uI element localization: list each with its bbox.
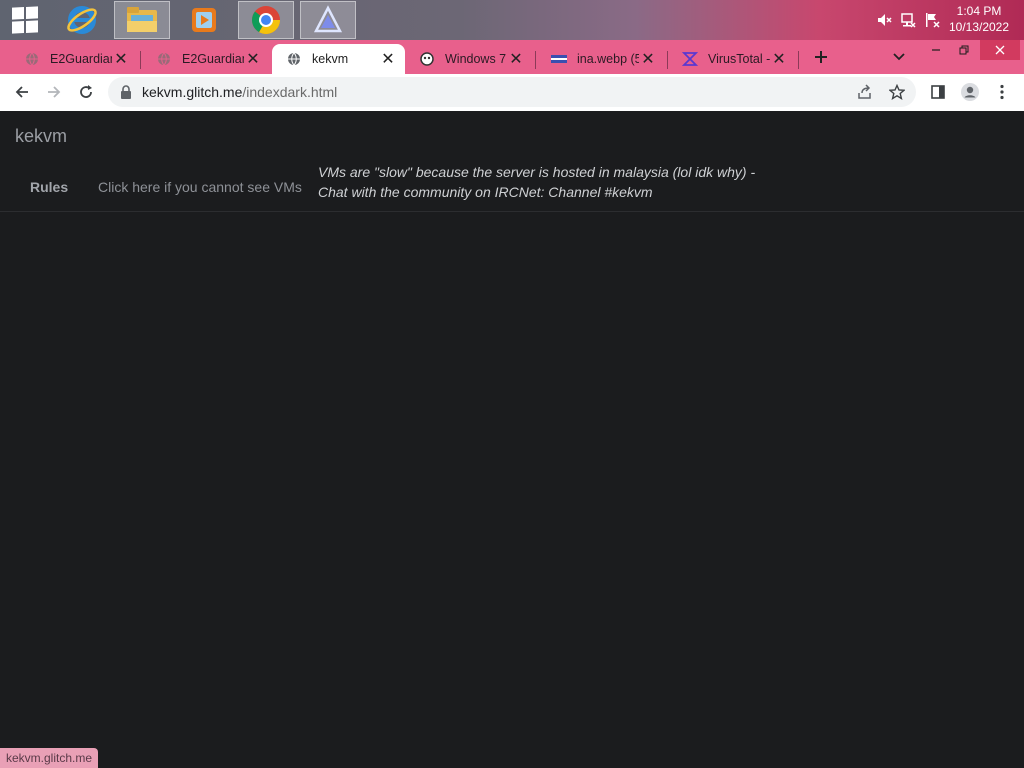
chevron-down-icon [893,53,905,61]
system-tray [872,0,944,40]
tab-windows7[interactable]: Windows 7 E ✕ [405,44,533,74]
notice-line-2: Chat with the community on IRCNet: Chann… [318,184,653,200]
cannot-see-vms-link[interactable]: Click here if you cannot see VMs [98,179,302,195]
side-panel-icon [931,85,945,99]
plus-icon [815,51,827,63]
app-icon [419,51,435,67]
kebab-menu-icon [1000,84,1004,100]
minimize-button[interactable] [922,40,950,60]
site-navbar: Rules Click here if you cannot see VMs V… [0,161,1024,212]
globe-icon [24,51,40,67]
url-text: kekvm.glitch.me/indexdark.html [142,84,337,100]
network-icon[interactable] [900,12,916,28]
notice-line-1: VMs are "slow" because the server is hos… [318,164,756,180]
minimize-icon [932,49,940,51]
globe-icon [286,51,302,67]
arrow-left-icon [15,86,28,98]
reload-button[interactable] [72,78,100,106]
tab-title: E2Guardian [50,52,112,66]
profile-button[interactable] [956,78,984,106]
tab-search-button[interactable] [888,44,910,70]
image-icon [551,51,567,67]
close-icon [995,45,1005,55]
notice-text: VMs are "slow" because the server is hos… [318,162,778,202]
close-tab-icon[interactable]: ✕ [244,50,262,68]
url-host: kekvm.glitch.me [142,84,243,100]
launcher-icon [313,5,343,33]
clock-time: 1:04 PM [956,4,1002,18]
bookmark-star-icon[interactable] [888,83,906,101]
web-page: kekvm Rules Click here if you cannot see… [0,111,1024,768]
tab-separator [535,51,536,69]
avatar-icon [961,83,979,101]
internet-explorer-icon [67,6,97,34]
action-center-flag-icon[interactable] [924,12,940,28]
restore-icon [959,45,969,55]
windows-taskbar: 1:04 PM 10/13/2022 [0,0,1024,40]
windows-logo-icon [12,6,38,34]
side-panel-button[interactable] [924,78,952,106]
url-path: /indexdark.html [242,84,338,100]
restore-button[interactable] [950,40,978,60]
site-brand[interactable]: kekvm [15,126,67,147]
browser-tab-strip: E2Guardian ✕ E2Guardian ✕ kekvm ✕ Window… [0,40,1024,74]
folder-icon [127,7,157,32]
new-tab-button[interactable] [808,44,834,70]
forward-button[interactable] [40,78,68,106]
tab-ina-webp[interactable]: ina.webp (5 ✕ [537,44,665,74]
back-button[interactable] [8,78,36,106]
media-player-icon [192,8,216,32]
taskbar-clock[interactable]: 1:04 PM 10/13/2022 [944,3,1014,35]
globe-icon [156,51,172,67]
close-tab-icon[interactable]: ✕ [507,50,525,68]
rules-link[interactable]: Rules [30,179,68,195]
menu-button[interactable] [988,78,1016,106]
tab-title: ina.webp (5 [577,52,639,66]
tab-title: VirusTotal - [708,52,770,66]
taskbar-chrome[interactable] [238,1,294,39]
chrome-icon [252,6,280,34]
tab-e2guardian-2[interactable]: E2Guardian ✕ [142,44,270,74]
taskbar-internet-explorer[interactable] [54,1,110,39]
close-tab-icon[interactable]: ✕ [379,50,397,68]
start-button[interactable] [0,0,50,40]
taskbar-media-player[interactable] [176,1,232,39]
share-icon[interactable] [856,83,874,101]
arrow-right-icon [48,86,61,98]
address-bar[interactable]: kekvm.glitch.me/indexdark.html [108,77,916,107]
clock-date: 10/13/2022 [948,20,1010,34]
tab-title: kekvm [312,52,349,66]
tab-kekvm[interactable]: kekvm ✕ [272,44,405,74]
tab-title: E2Guardian [182,52,244,66]
tab-separator [140,51,141,69]
close-tab-icon[interactable]: ✕ [639,50,657,68]
taskbar-app-launcher[interactable] [300,1,356,39]
lock-icon[interactable] [120,85,132,104]
virustotal-icon [682,51,698,67]
browser-toolbar: kekvm.glitch.me/indexdark.html [0,74,1024,111]
close-window-button[interactable] [980,40,1020,60]
close-tab-icon[interactable]: ✕ [770,50,788,68]
link-status-bar: kekvm.glitch.me [0,748,99,768]
tab-e2guardian-1[interactable]: E2Guardian ✕ [10,44,138,74]
tab-virustotal[interactable]: VirusTotal - ✕ [668,44,796,74]
taskbar-file-explorer[interactable] [114,1,170,39]
volume-muted-icon[interactable] [876,12,892,28]
reload-icon [80,85,92,98]
close-tab-icon[interactable]: ✕ [112,50,130,68]
tab-separator [798,51,799,69]
tab-title: Windows 7 E [445,52,507,66]
